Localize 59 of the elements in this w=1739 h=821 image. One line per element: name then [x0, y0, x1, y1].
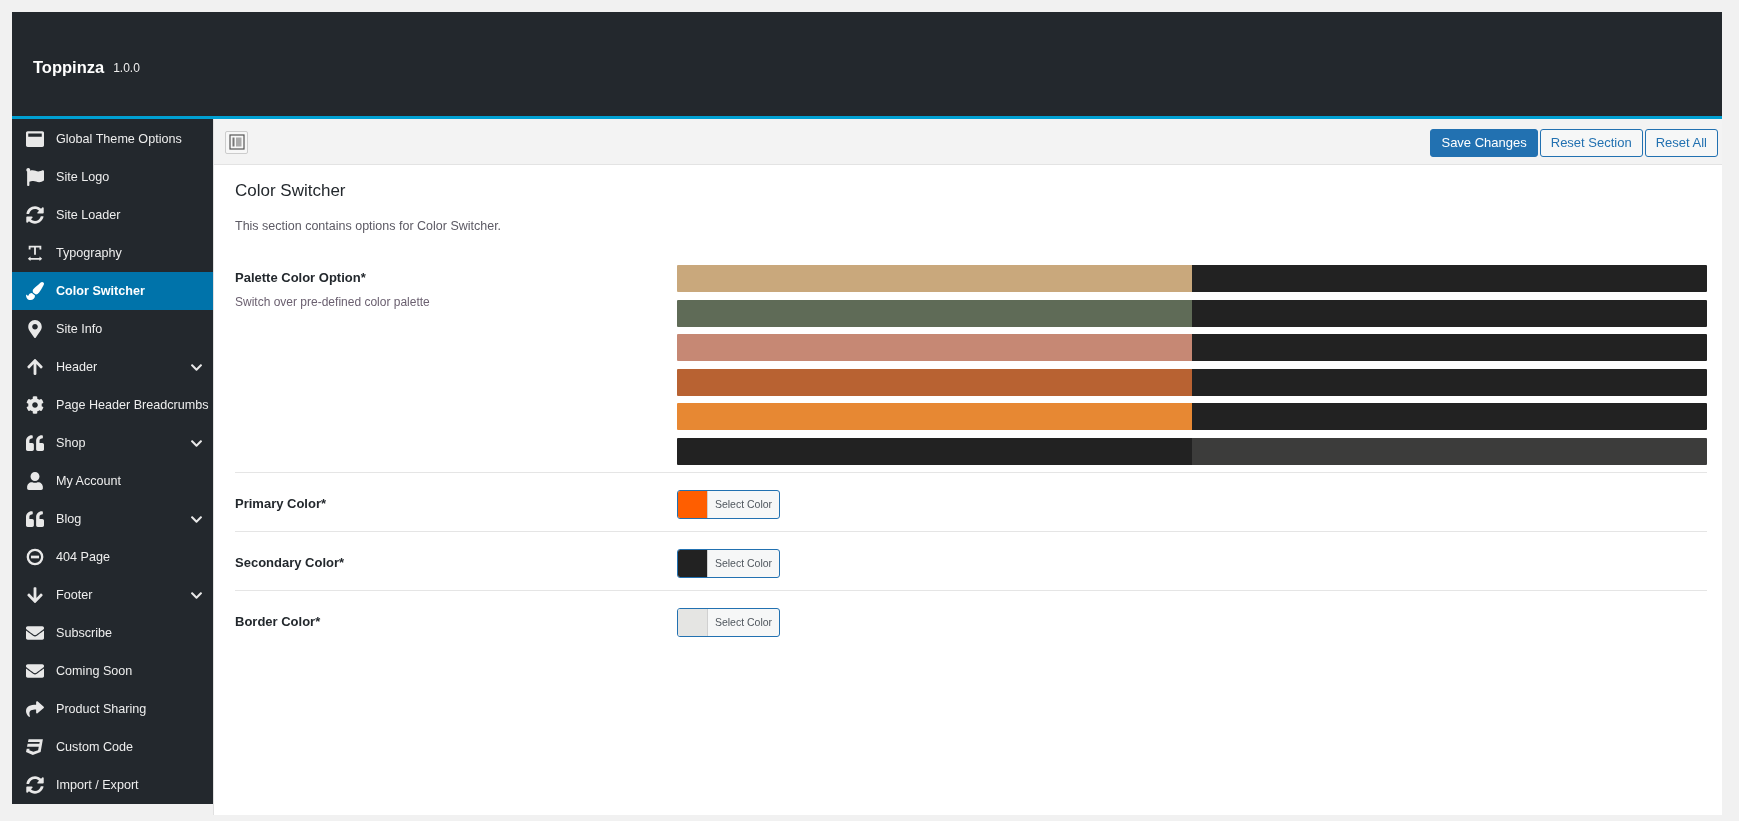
- envelope-icon: [26, 624, 44, 642]
- save-button[interactable]: Save Changes: [1430, 128, 1538, 157]
- sidebar-item[interactable]: Global Theme Options: [12, 120, 213, 158]
- color-picker-button[interactable]: Select Color: [677, 489, 780, 519]
- section-description: This section contains options for Color Switcher.: [235, 218, 503, 235]
- minus-circle-icon: [26, 548, 44, 566]
- paintbrush-icon: [26, 282, 44, 300]
- flag-icon: [26, 168, 44, 186]
- sidebar-item[interactable]: Site Loader: [12, 196, 213, 234]
- reset-button[interactable]: Reset Section: [1539, 128, 1643, 157]
- refresh-icon: [26, 206, 44, 224]
- sidebar-item[interactable]: Shop: [12, 424, 213, 462]
- section-title: Color Switcher: [235, 180, 347, 202]
- gear-icon: [26, 396, 44, 414]
- sidebar-item[interactable]: Blog: [12, 500, 213, 538]
- palette-option[interactable]: [677, 403, 1707, 431]
- arrow-down-icon: [26, 586, 44, 604]
- sidebar-item[interactable]: Site Logo: [12, 158, 213, 196]
- window-icon: [26, 130, 44, 148]
- text-width-icon: [26, 244, 44, 262]
- sidebar-item[interactable]: Typography: [12, 234, 213, 272]
- quote-icon: [26, 510, 44, 528]
- refresh-icon: [26, 776, 44, 794]
- sidebar-item[interactable]: My Account: [12, 462, 213, 500]
- palette-option[interactable]: [677, 368, 1707, 396]
- sidebar-item[interactable]: 404 Page: [12, 538, 213, 576]
- palette-option[interactable]: [677, 299, 1707, 327]
- version-label: 1.0.0: [113, 61, 140, 75]
- quote-icon: [26, 434, 44, 452]
- map-pin-icon: [26, 320, 44, 338]
- expand-toggle-button[interactable]: [225, 130, 248, 154]
- field-label: Border Color*: [235, 613, 322, 632]
- palette-option[interactable]: [677, 437, 1707, 465]
- sidebar-item[interactable]: Footer: [12, 576, 213, 614]
- sidebar-item[interactable]: Import / Export: [12, 766, 213, 804]
- css-badge-icon: [26, 738, 44, 756]
- palette-option[interactable]: [677, 265, 1707, 292]
- reset-button[interactable]: Reset All: [1644, 128, 1718, 157]
- field-label: Secondary Color*: [235, 554, 346, 573]
- sidebar-item[interactable]: Custom Code: [12, 728, 213, 766]
- sidebar-item[interactable]: Header: [12, 348, 213, 386]
- share-arrow-icon: [26, 700, 44, 718]
- sidebar-item[interactable]: Coming Soon: [12, 652, 213, 690]
- panel-icon: [228, 134, 245, 150]
- color-picker-button[interactable]: Select Color: [677, 607, 780, 637]
- sidebar-item[interactable]: Color Switcher: [12, 272, 213, 310]
- palette-option[interactable]: [677, 334, 1707, 362]
- field-label: Primary Color*: [235, 495, 328, 514]
- user-icon: [26, 472, 44, 490]
- field-label: Palette Color Option*: [235, 269, 367, 287]
- arrow-up-icon: [26, 358, 44, 376]
- color-picker-button[interactable]: Select Color: [677, 548, 780, 578]
- field-description: Switch over pre-defined color palette: [235, 294, 431, 311]
- sidebar-item[interactable]: Page Header Breadcrumbs: [12, 386, 213, 424]
- sidebar-item[interactable]: Site Info: [12, 310, 213, 348]
- sidebar-item[interactable]: Product Sharing: [12, 690, 213, 728]
- envelope-icon: [26, 662, 44, 680]
- app-title: Toppinza: [33, 57, 105, 77]
- sidebar-item[interactable]: Subscribe: [12, 614, 213, 652]
